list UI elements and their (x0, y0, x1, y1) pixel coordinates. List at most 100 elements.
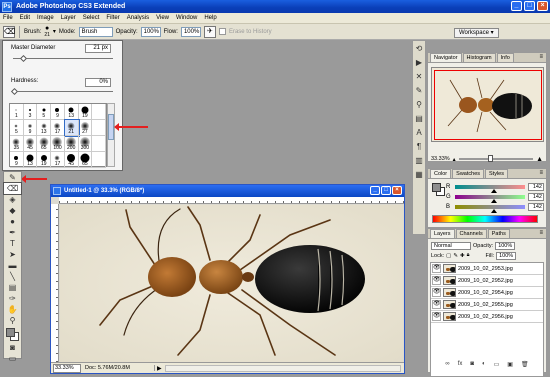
channel-slider[interactable] (455, 185, 525, 193)
tab-swatches[interactable]: Swatches (452, 169, 485, 178)
channel-slider[interactable] (455, 205, 525, 213)
visibility-eye-icon[interactable]: 👁︎ (432, 288, 441, 297)
new-layer-icon[interactable]: ▣ (507, 361, 513, 370)
blend-mode-select[interactable]: Normal (431, 241, 471, 250)
flow-field[interactable]: 100% (180, 26, 201, 37)
zoom-tool-icon[interactable]: ⚲ (4, 315, 21, 326)
brush-preset-35[interactable]: 35 (10, 136, 24, 152)
measurement-log-icon[interactable]: ▥ (413, 155, 425, 167)
erase-to-history-checkbox[interactable] (218, 28, 226, 35)
layer-opacity-field[interactable]: 100% (495, 241, 516, 250)
hardness-field[interactable]: 0% (85, 78, 111, 87)
navigator-view-box[interactable] (434, 70, 542, 140)
tab-histogram[interactable]: Histogram (462, 53, 496, 62)
eyedropper-tool-icon[interactable]: ✑ (4, 293, 21, 304)
brush-preset-9[interactable]: 9 (10, 152, 24, 168)
tab-color[interactable]: Color (430, 169, 452, 178)
dodge-tool-icon[interactable]: ● (4, 216, 21, 227)
tab-navigator[interactable]: Navigator (430, 53, 462, 62)
master-diameter-slider-knob[interactable] (19, 54, 28, 63)
paint-bucket-tool-icon[interactable]: ◈ (4, 194, 21, 205)
menu-select[interactable]: Select (83, 15, 100, 21)
eraser-tool-icon[interactable]: ⌫ (3, 182, 22, 195)
foreground-color-swatch[interactable] (6, 328, 15, 337)
brush-preset-9[interactable]: 9 (51, 104, 65, 120)
lock-all-icon[interactable]: 🔒︎ (467, 252, 470, 259)
brush-preset-65[interactable]: 65 (37, 136, 52, 152)
brush-preset-27[interactable]: 27 (78, 120, 93, 136)
clone-source-icon[interactable]: ⚲ (413, 99, 425, 111)
menu-layer[interactable]: Layer (61, 15, 76, 21)
brush-preset-17[interactable]: 17 (51, 120, 65, 136)
brush-preset-21[interactable]: 21 (63, 119, 80, 137)
brush-picker-button[interactable]: ● 21 (44, 25, 50, 38)
menu-window[interactable]: Window (176, 15, 197, 21)
navigator-zoom-slider[interactable] (458, 155, 534, 162)
hand-tool-icon[interactable]: ✋ (4, 304, 21, 315)
mode-select[interactable]: Brush (78, 26, 113, 37)
brush-preset-empty[interactable] (92, 152, 106, 168)
layer-row[interactable]: 👁︎ 2009_10_02_2953.jpg (431, 263, 543, 275)
tab-styles[interactable]: Styles (485, 169, 508, 178)
brush-preset-1[interactable]: 1 (10, 104, 24, 120)
document-maximize-button[interactable]: □ (381, 186, 391, 195)
brush-preset-200[interactable]: 200 (64, 136, 79, 152)
lock-position-icon[interactable]: ✚ (460, 253, 465, 259)
visibility-eye-icon[interactable]: 👁︎ (432, 312, 441, 321)
adjustment-layer-icon[interactable]: ◐ (482, 361, 486, 370)
brush-preset-13[interactable]: 13 (23, 152, 38, 168)
opacity-field[interactable]: 100% (140, 26, 161, 37)
screen-mode-icon[interactable]: ▭ (4, 353, 21, 364)
layer-style-icon[interactable]: fx (458, 361, 463, 370)
document-close-button[interactable]: × (392, 186, 402, 195)
navigator-thumbnail[interactable] (431, 67, 544, 142)
hardness-slider-knob[interactable] (10, 87, 19, 96)
panel-menu-icon[interactable]: ≡ (539, 230, 543, 236)
navigator-zoom-value[interactable]: 33.33% (431, 156, 450, 162)
brush-tool-icon[interactable]: ✎ (4, 172, 21, 183)
menu-help[interactable]: Help (204, 15, 216, 21)
path-selection-tool-icon[interactable]: ➤ (4, 249, 21, 260)
airbrush-icon[interactable]: ✈ (203, 25, 216, 38)
brush-preset-19[interactable]: 19 (37, 152, 52, 168)
blur-tool-icon[interactable]: ◆ (4, 205, 21, 216)
quick-mask-icon[interactable]: ◙ (4, 342, 21, 353)
tab-channels[interactable]: Channels (455, 229, 487, 238)
delete-layer-icon[interactable]: 🗑︎ (521, 361, 529, 370)
zoom-in-icon[interactable]: ▲ (536, 156, 543, 163)
notes-tool-icon[interactable]: ▤ (4, 282, 21, 293)
menu-image[interactable]: Image (37, 15, 54, 21)
type-tool-icon[interactable]: T (4, 238, 21, 249)
visibility-eye-icon[interactable]: 👁︎ (432, 264, 441, 273)
brush-preset-100[interactable]: 100 (51, 136, 65, 152)
link-layers-icon[interactable]: ∞ (445, 361, 449, 370)
eraser-tool-preset-icon[interactable]: ⌫ (3, 25, 15, 38)
visibility-eye-icon[interactable]: 👁︎ (432, 300, 441, 309)
maximize-button[interactable]: □ (524, 1, 535, 11)
channel-value-field[interactable]: 142 (528, 203, 544, 211)
document-minimize-button[interactable]: _ (370, 186, 380, 195)
brush-preset-45[interactable]: 45 (23, 136, 38, 152)
tab-info[interactable]: Info (496, 53, 514, 62)
menu-edit[interactable]: Edit (20, 15, 30, 21)
brush-preset-13[interactable]: 13 (64, 104, 79, 120)
visibility-eye-icon[interactable]: 👁︎ (432, 276, 441, 285)
menu-filter[interactable]: Filter (106, 15, 119, 21)
zoom-out-icon[interactable]: ▴ (453, 156, 456, 163)
menu-analysis[interactable]: Analysis (127, 15, 149, 21)
menu-file[interactable]: File (3, 15, 13, 21)
panel-menu-icon[interactable]: ≡ (539, 170, 543, 176)
master-diameter-slider[interactable] (13, 54, 113, 63)
layer-row[interactable]: 👁︎ 2009_10_02_2956.jpg (431, 311, 543, 323)
brush-preset-45[interactable]: 45 (64, 152, 79, 168)
layer-row[interactable]: 👁︎ 2009_10_02_2954.jpg (431, 287, 543, 299)
document-zoom-field[interactable]: 33.33% (53, 363, 81, 373)
actions-icon[interactable]: ▶ (413, 57, 425, 69)
new-group-icon[interactable]: ▭ (494, 361, 500, 370)
brush-preset-scrollbar[interactable] (107, 103, 115, 167)
brush-preset-5[interactable]: 5 (10, 120, 24, 136)
canvas[interactable] (60, 205, 403, 362)
brush-preset-empty[interactable] (92, 104, 106, 120)
pen-tool-icon[interactable]: ✒ (4, 227, 21, 238)
channel-value-field[interactable]: 142 (528, 183, 544, 191)
